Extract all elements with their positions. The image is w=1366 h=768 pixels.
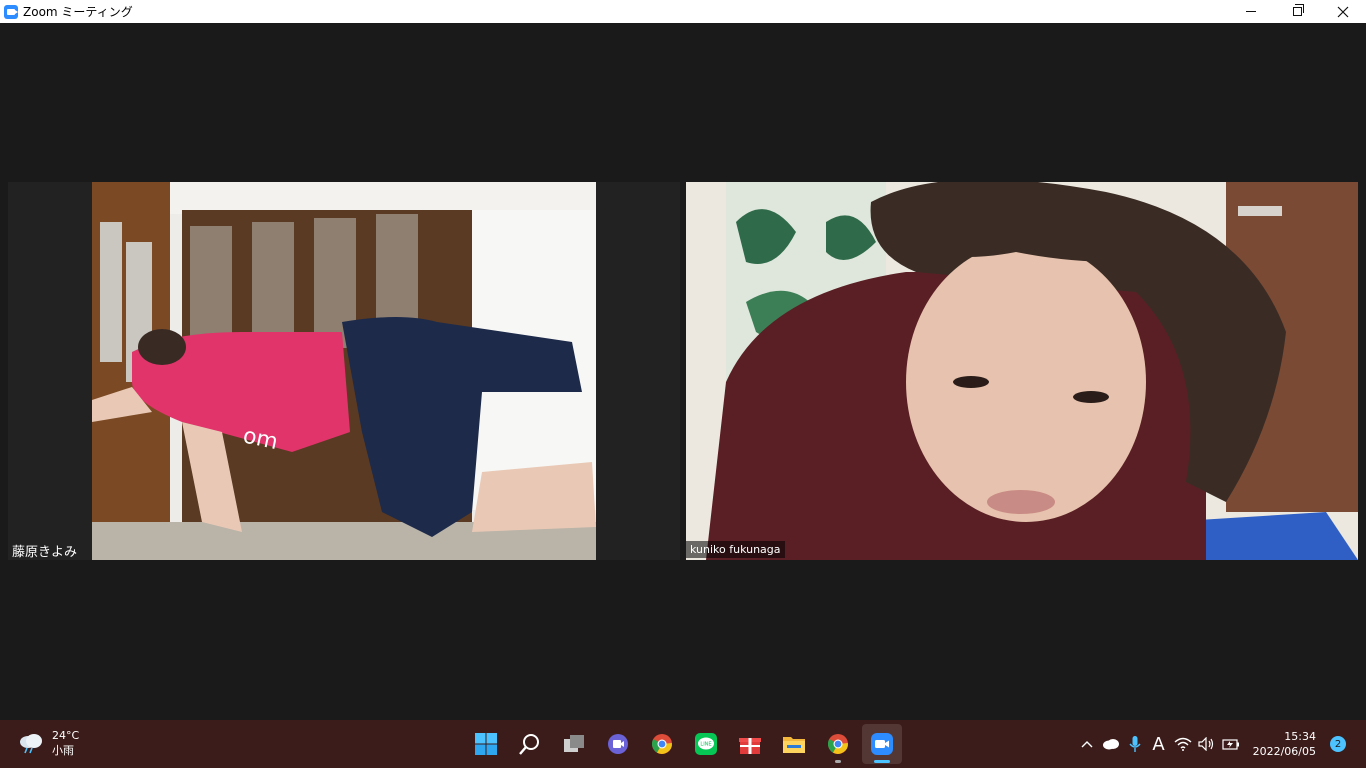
ime-indicator[interactable]: A	[1147, 732, 1171, 756]
task-view-icon	[564, 735, 584, 752]
participant-2-video-image	[686, 182, 1358, 560]
taskbar-apps: LINE	[466, 724, 902, 764]
chevron-up-icon	[1081, 741, 1093, 748]
participant-name-2: kuniko fukunaga	[686, 541, 785, 558]
windows-start-icon	[475, 733, 497, 755]
chrome-icon	[651, 734, 672, 754]
running-indicator	[835, 760, 841, 763]
restore-button[interactable]	[1274, 0, 1320, 23]
clock[interactable]: 15:34 2022/06/05	[1253, 729, 1316, 759]
teams-chat-button[interactable]	[598, 724, 638, 764]
chrome-2-button[interactable]	[818, 724, 858, 764]
meeting-area: om 藤原きよみ kuniko fukunaga	[0, 23, 1366, 720]
microphone-icon	[1129, 736, 1141, 752]
search-icon	[519, 734, 539, 755]
minimize-button[interactable]	[1228, 0, 1274, 23]
line-button[interactable]: LINE	[686, 724, 726, 764]
cloud-icon	[1102, 739, 1119, 750]
zoom-app-icon	[4, 4, 18, 19]
minimize-icon	[1246, 11, 1256, 12]
zoom-button[interactable]	[862, 724, 902, 764]
wifi-button[interactable]	[1171, 732, 1195, 756]
participant-name-1: 藤原きよみ	[12, 545, 78, 560]
window-title: Zoom ミーティング	[23, 5, 133, 19]
participant-1-video-image: om	[92, 182, 596, 560]
line-icon: LINE	[695, 733, 717, 755]
active-indicator	[874, 760, 890, 763]
close-button[interactable]	[1320, 0, 1366, 23]
window-controls	[1228, 0, 1366, 23]
onedrive-button[interactable]	[1099, 732, 1123, 756]
notification-badge[interactable]: 2	[1330, 736, 1346, 752]
volume-button[interactable]	[1195, 732, 1219, 756]
gift-icon	[739, 738, 761, 754]
teams-chat-icon	[608, 734, 628, 754]
taskbar: 24°C 小雨 LINE A 15:34 2022/06/05 2	[0, 720, 1366, 768]
system-tray: A 15:34 2022/06/05 2	[1075, 720, 1366, 768]
battery-button[interactable]	[1219, 732, 1243, 756]
weather-condition: 小雨	[52, 744, 74, 757]
start-button[interactable]	[466, 724, 506, 764]
chrome-button[interactable]	[642, 724, 682, 764]
show-hidden-icons-button[interactable]	[1075, 732, 1099, 756]
volume-icon	[1197, 737, 1213, 751]
folder-icon	[783, 737, 805, 753]
clock-date: 2022/06/05	[1252, 745, 1316, 758]
participant-video-1: om	[92, 182, 596, 560]
close-icon	[1337, 6, 1349, 17]
clock-time: 15:34	[1284, 730, 1316, 743]
task-view-button[interactable]	[554, 724, 594, 764]
microphone-button[interactable]	[1123, 732, 1147, 756]
zoom-icon	[871, 733, 893, 755]
rain-cloud-icon	[18, 732, 44, 754]
file-explorer-button[interactable]	[774, 724, 814, 764]
chrome-icon	[827, 734, 848, 754]
restore-icon	[1292, 4, 1304, 16]
svg-text:LINE: LINE	[700, 742, 711, 748]
gift-app-button[interactable]	[730, 724, 770, 764]
wifi-icon	[1174, 737, 1192, 751]
title-bar: Zoom ミーティング	[0, 0, 1366, 23]
weather-widget[interactable]: 24°C 小雨	[18, 728, 79, 758]
ime-label: A	[1152, 733, 1165, 755]
weather-temp: 24°C	[52, 729, 80, 742]
video-tile-2[interactable]	[686, 182, 1358, 560]
search-button[interactable]	[510, 724, 550, 764]
battery-charging-icon	[1221, 739, 1239, 750]
